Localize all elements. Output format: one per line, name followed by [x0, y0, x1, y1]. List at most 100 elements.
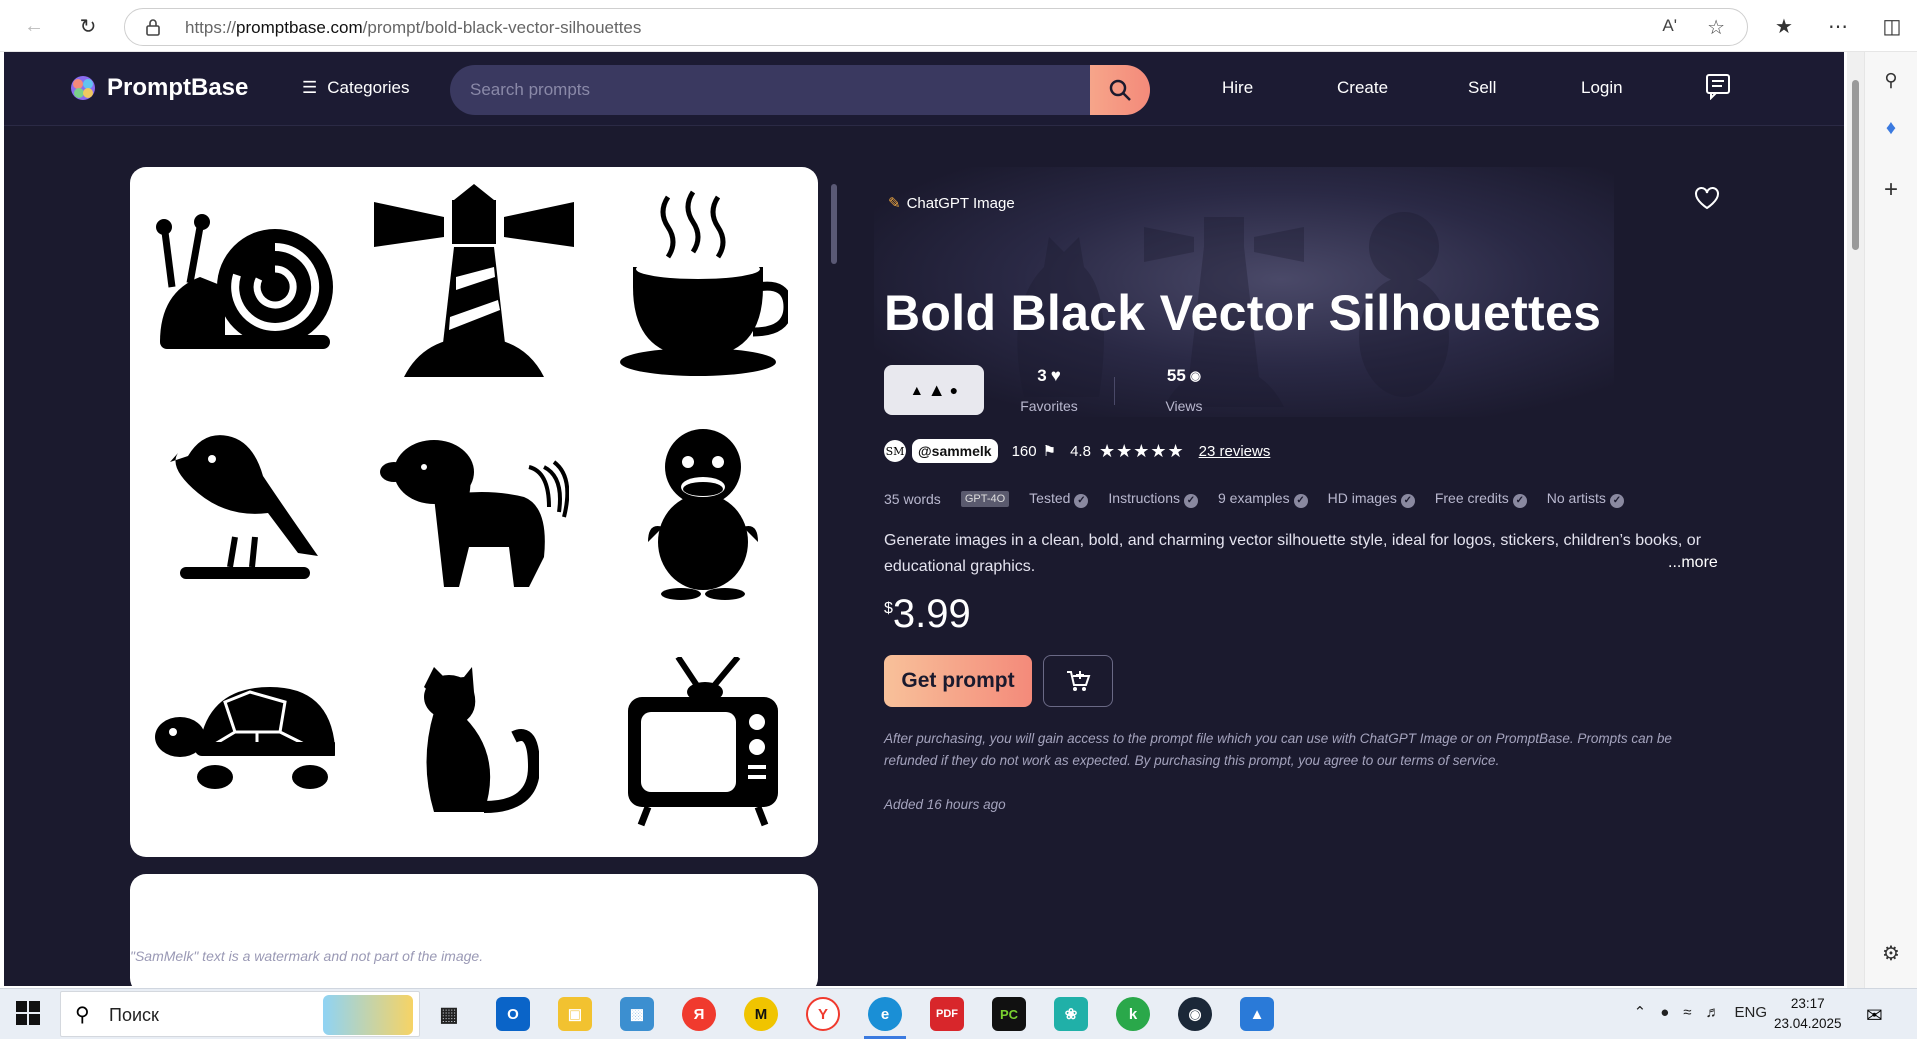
- k-app-icon[interactable]: k: [1116, 997, 1150, 1031]
- pdf-icon[interactable]: PDF: [930, 997, 964, 1031]
- avatar[interactable]: SM: [884, 440, 906, 462]
- tag-icon[interactable]: ♦: [1875, 112, 1907, 144]
- add-icon[interactable]: +: [1875, 174, 1907, 206]
- address-bar[interactable]: https://promptbase.com/prompt/bold-black…: [124, 8, 1748, 46]
- back-icon[interactable]: ←: [18, 10, 50, 42]
- author-sales: 160 ⚑: [1011, 442, 1057, 461]
- edge-icon[interactable]: e: [868, 997, 902, 1031]
- meta-examples: 9 examples ✓: [1218, 490, 1308, 508]
- categories-label: Categories: [327, 78, 410, 97]
- add-to-cart-button[interactable]: [1043, 655, 1113, 707]
- bird-icon: [130, 397, 359, 627]
- cat-icon: ▲: [909, 382, 924, 398]
- example-image-grid[interactable]: [130, 167, 818, 857]
- nav-create[interactable]: Create: [1337, 78, 1388, 98]
- check-badge-icon: ✓: [1293, 494, 1308, 508]
- model-chip: GPT-4O: [960, 491, 1010, 507]
- wifi-icon[interactable]: ≈: [1683, 1004, 1691, 1021]
- language-indicator[interactable]: ENG: [1734, 1004, 1767, 1021]
- views-stat: 55 ◉ Views: [1144, 366, 1224, 414]
- views-count: 55: [1166, 366, 1186, 385]
- nav-sell[interactable]: Sell: [1468, 78, 1496, 98]
- rating-value: 4.8: [1070, 442, 1091, 460]
- pycharm-icon[interactable]: PC: [992, 997, 1026, 1031]
- menu-icon: ☰: [302, 78, 318, 97]
- heart-icon: [1695, 187, 1719, 210]
- tag-icon: ⚑: [1042, 443, 1057, 460]
- favorites-stat: 3 ♥ Favorites: [1009, 366, 1089, 414]
- author-handle[interactable]: @sammelk: [912, 439, 998, 463]
- task-view-icon[interactable]: ▦: [432, 997, 466, 1031]
- eye-icon: ◉: [1189, 368, 1202, 383]
- prompt-title: Bold Black Vector Silhouettes: [884, 285, 1602, 341]
- meta-credits: Free credits ✓: [1435, 490, 1527, 508]
- search-icon: ⚲: [75, 1004, 90, 1026]
- scrollbar-thumb[interactable]: [1852, 80, 1859, 250]
- more-link[interactable]: ...more: [1668, 554, 1718, 572]
- paw-app-icon[interactable]: ❀: [1054, 997, 1088, 1031]
- more-menu-icon[interactable]: ⋯: [1822, 10, 1854, 42]
- taskbar-search[interactable]: ⚲ Поиск: [60, 991, 420, 1037]
- check-badge-icon: ✓: [1512, 494, 1527, 508]
- clock[interactable]: 23:17 23.04.2025: [1774, 994, 1842, 1034]
- duckling-icon: [588, 397, 817, 627]
- meta-artists: No artists ✓: [1547, 490, 1624, 508]
- check-badge-icon: ✓: [1609, 494, 1624, 508]
- second-example-image[interactable]: [130, 874, 818, 986]
- yandex-icon[interactable]: Я: [682, 997, 716, 1031]
- file-explorer-icon[interactable]: ▣: [558, 997, 592, 1031]
- thumbnail-preview[interactable]: ▲ ▲ ●: [884, 365, 984, 415]
- search-icon[interactable]: ⚲: [1875, 64, 1907, 96]
- taskbar-search-placeholder: Поиск: [109, 1005, 159, 1025]
- meta-instructions: Instructions ✓: [1108, 490, 1198, 508]
- search-icon: [1109, 79, 1131, 101]
- reviews-link[interactable]: 23 reviews: [1199, 443, 1271, 460]
- clock-time: 23:17: [1790, 996, 1825, 1011]
- search-button[interactable]: [1090, 65, 1150, 115]
- snail-icon: [130, 167, 359, 397]
- get-prompt-button[interactable]: Get prompt: [884, 655, 1032, 707]
- outlook-icon[interactable]: O: [496, 997, 530, 1031]
- yandex-browser-icon[interactable]: Y: [806, 997, 840, 1031]
- microphone-icon[interactable]: ●: [1660, 1004, 1669, 1021]
- cart-add-icon: [1067, 671, 1091, 691]
- lighthouse-icon: ▲: [927, 379, 946, 400]
- check-badge-icon: ✓: [1074, 494, 1089, 508]
- top-nav: PromptBase ☰ Categories Hire Create Sell…: [4, 52, 1844, 126]
- meta-hd: HD images ✓: [1328, 490, 1415, 508]
- search-input[interactable]: [450, 65, 1090, 115]
- favorite-heart-button[interactable]: [1694, 186, 1720, 215]
- steam-icon[interactable]: ◉: [1178, 997, 1212, 1031]
- windows-start-icon[interactable]: [16, 1001, 40, 1030]
- categories-button[interactable]: ☰ Categories: [302, 78, 409, 98]
- market-icon[interactable]: M: [744, 997, 778, 1031]
- sidebar-toggle-icon[interactable]: ◫: [1876, 10, 1908, 42]
- page-scrollbar[interactable]: [1847, 52, 1864, 988]
- favorites-bar-icon[interactable]: ★: [1768, 10, 1800, 42]
- word-count: 35 words: [884, 491, 941, 507]
- favorites-label: Favorites: [1020, 398, 1078, 414]
- photos-icon[interactable]: ▲: [1240, 997, 1274, 1031]
- read-aloud-icon[interactable]: Aʹ: [1662, 16, 1677, 36]
- system-tray: ⌃ ● ≈ ♬ ENG: [1634, 1003, 1767, 1022]
- settings-gear-icon[interactable]: ⚙: [1875, 937, 1907, 969]
- logo[interactable]: PromptBase: [69, 74, 248, 102]
- views-label: Views: [1165, 398, 1203, 414]
- purchase-terms: After purchasing, you will gain access t…: [884, 731, 1672, 768]
- chat-icon[interactable]: [1704, 72, 1732, 105]
- model-badge[interactable]: ✎ ChatGPT Image: [888, 194, 1015, 213]
- duckling-icon: ●: [949, 382, 959, 398]
- notifications-icon[interactable]: ✉: [1866, 1003, 1883, 1028]
- nav-hire[interactable]: Hire: [1222, 78, 1253, 98]
- model-badge-label: ChatGPT Image: [906, 194, 1015, 212]
- refresh-icon[interactable]: ↻: [72, 10, 104, 42]
- volume-icon[interactable]: ♬: [1705, 1004, 1720, 1021]
- gallery-scrollbar[interactable]: [831, 184, 837, 264]
- computer-app-icon[interactable]: ▩: [620, 997, 654, 1031]
- favorite-star-icon[interactable]: ☆: [1707, 15, 1725, 40]
- pencil-icon: ✎: [888, 195, 901, 212]
- nav-login[interactable]: Login: [1581, 78, 1623, 98]
- chevron-up-icon[interactable]: ⌃: [1634, 1003, 1647, 1021]
- brain-logo-icon: [71, 76, 95, 100]
- stat-divider: [1114, 377, 1115, 405]
